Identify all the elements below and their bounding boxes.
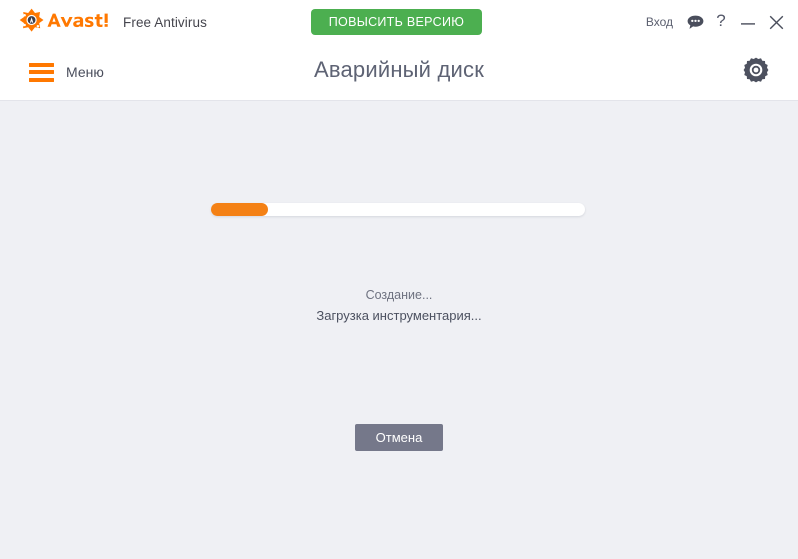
menu-button-label: Меню [66,64,104,80]
gear-icon [742,56,770,89]
page-title: Аварийный диск [313,57,485,82]
minimize-icon[interactable] [734,9,762,35]
chat-bubble-icon[interactable] [682,9,708,35]
avast-main-window: Free Antivirus ПОВЫСИТЬ ВЕРСИЮ Вход ? Ме… [0,0,798,559]
brand-area: Free Antivirus [16,5,207,39]
avast-logo-icon [16,6,112,38]
content-area: Создание... Загрузка инструментария... О… [0,101,798,559]
hamburger-icon [29,62,54,82]
close-icon[interactable] [762,9,790,35]
progress-fill [211,203,268,216]
progress-bar [211,203,585,216]
menu-button[interactable]: Меню [29,56,104,88]
settings-button[interactable] [740,56,772,88]
upgrade-button[interactable]: ПОВЫСИТЬ ВЕРСИЮ [311,9,482,35]
window-controls: Вход ? [646,0,790,44]
title-bar: Free Antivirus ПОВЫСИТЬ ВЕРСИЮ Вход ? [0,0,798,44]
help-icon[interactable]: ? [708,8,734,36]
cancel-button[interactable]: Отмена [355,424,443,451]
status-primary-text: Создание... [365,288,433,302]
product-name: Free Antivirus [123,14,207,30]
status-secondary-text: Загрузка инструментария... [316,308,482,323]
login-link[interactable]: Вход [646,15,673,29]
status-block: Создание... Загрузка инструментария... [0,286,798,325]
header-bar: Меню Аварийный диск [0,44,798,101]
